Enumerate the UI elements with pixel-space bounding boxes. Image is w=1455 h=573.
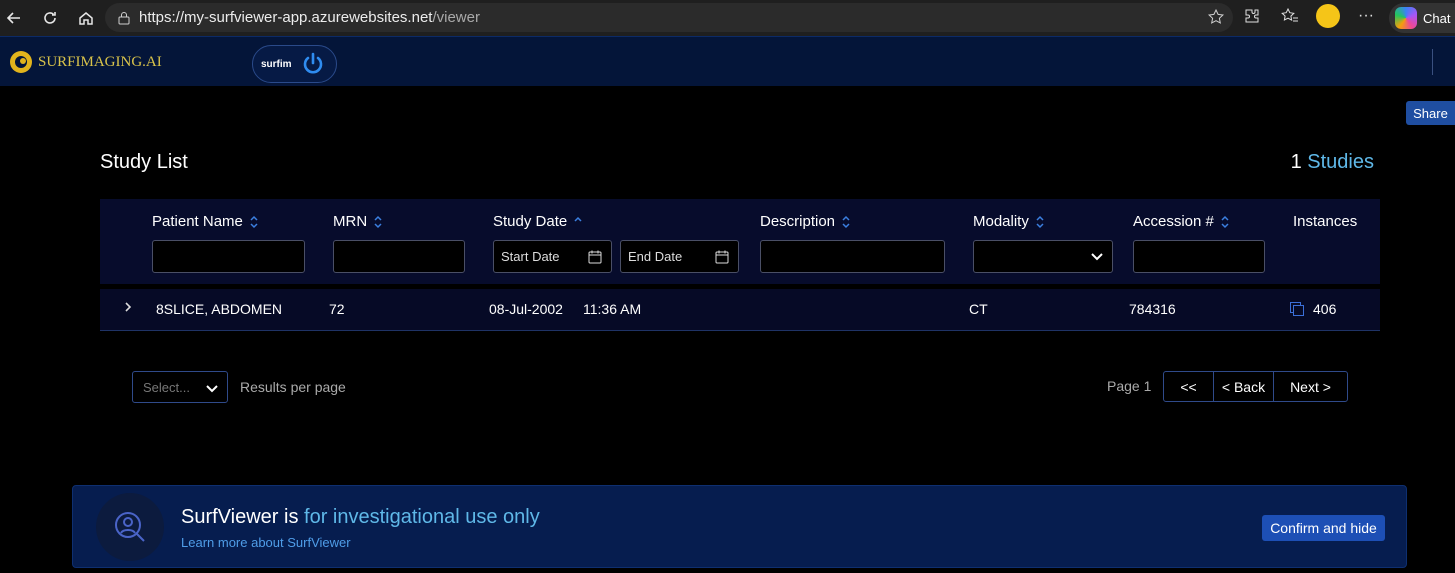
power-icon	[303, 52, 322, 74]
study-count-label: Studies	[1307, 151, 1374, 173]
browser-extensions: ···	[1240, 4, 1378, 28]
table-row[interactable]: 8SLICE, ABDOMEN 72 08-Jul-2002 11:36 AM …	[100, 289, 1380, 331]
mrn-filter-input[interactable]	[333, 240, 465, 273]
table-header: Patient Name MRN Study Date Description …	[100, 199, 1380, 284]
column-label: Instances	[1293, 213, 1358, 230]
refresh-icon[interactable]	[36, 4, 64, 32]
page-indicator: Page 1	[1107, 378, 1152, 394]
cell-accession: 784316	[1129, 301, 1176, 317]
cell-mrn: 72	[329, 301, 345, 317]
chevron-down-icon	[1091, 253, 1103, 261]
sort-icon	[1221, 215, 1229, 228]
chat-label: Chat	[1423, 10, 1451, 26]
sort-icon	[374, 215, 382, 228]
column-label: MRN	[333, 213, 368, 230]
sort-icon	[1036, 215, 1044, 228]
logo[interactable]: SURFIMAGING.AI	[8, 49, 162, 75]
sort-ascending-icon	[574, 216, 582, 222]
column-modality[interactable]: Modality	[973, 213, 1045, 230]
sort-icon	[842, 215, 850, 228]
url-path: /viewer	[432, 9, 480, 26]
app-header: SURFIMAGING.AI surfim	[0, 36, 1455, 86]
cell-patient-name: 8SLICE, ABDOMEN	[156, 301, 283, 317]
chevron-right-icon[interactable]	[122, 300, 134, 314]
column-instances: Instances	[1293, 213, 1357, 230]
banner-title: SurfViewer is for investigational use on…	[181, 506, 540, 529]
back-button[interactable]: < Back	[1214, 372, 1274, 401]
banner-icon-circle	[96, 493, 164, 561]
address-bar[interactable]: https://my-surfviewer-app.azurewebsites.…	[105, 3, 1233, 32]
favorite-star-icon[interactable]	[1207, 8, 1225, 30]
study-count-number: 1	[1290, 151, 1302, 173]
page-title: Study List	[100, 151, 188, 173]
surfim-power-button[interactable]: surfim	[252, 45, 337, 83]
calendar-icon[interactable]	[587, 249, 603, 265]
back-arrow-icon[interactable]	[0, 4, 28, 32]
column-mrn[interactable]: MRN	[333, 213, 383, 230]
header-divider	[1432, 49, 1433, 75]
banner-title-highlight: for investigational use only	[304, 506, 540, 528]
url-host: https://my-surfviewer-app.azurewebsites.…	[139, 9, 433, 26]
column-label: Accession #	[1133, 213, 1214, 230]
investigational-use-banner: SurfViewer is for investigational use on…	[72, 485, 1407, 568]
logo-text: SURFIMAGING.AI	[38, 53, 162, 70]
end-date-placeholder: End Date	[628, 249, 683, 264]
cell-modality: CT	[969, 301, 988, 317]
column-study-date[interactable]: Study Date	[493, 213, 583, 230]
accession-filter-input[interactable]	[1133, 240, 1265, 273]
study-count: 1 Studies	[1291, 151, 1374, 174]
extensions-icon[interactable]	[1240, 4, 1264, 28]
more-options-icon[interactable]: ···	[1354, 4, 1378, 28]
calendar-icon[interactable]	[714, 249, 730, 265]
column-label: Modality	[973, 213, 1029, 230]
user-search-icon	[115, 512, 145, 542]
results-per-page-label: Results per page	[240, 379, 346, 395]
learn-more-link[interactable]: Learn more about SurfViewer	[181, 535, 351, 550]
home-icon[interactable]	[72, 4, 100, 32]
end-date-input[interactable]: End Date	[620, 240, 739, 273]
lock-icon	[117, 11, 131, 25]
favorites-icon[interactable]	[1278, 4, 1302, 28]
per-page-placeholder: Select...	[143, 379, 190, 395]
browser-toolbar: https://my-surfviewer-app.azurewebsites.…	[0, 0, 1455, 36]
patient-name-filter-input[interactable]	[152, 240, 305, 273]
column-description[interactable]: Description	[760, 213, 851, 230]
results-per-page-select[interactable]: Select...	[132, 371, 228, 403]
description-filter-input[interactable]	[760, 240, 945, 273]
column-label: Patient Name	[152, 213, 243, 230]
copilot-chat-button[interactable]: Chat	[1389, 3, 1455, 33]
profile-avatar[interactable]	[1316, 4, 1340, 28]
confirm-and-hide-button[interactable]: Confirm and hide	[1262, 515, 1385, 541]
surfimaging-logo-icon	[10, 51, 32, 73]
column-accession[interactable]: Accession #	[1133, 213, 1230, 230]
copilot-icon	[1395, 7, 1417, 29]
column-patient-name[interactable]: Patient Name	[152, 213, 259, 230]
start-date-placeholder: Start Date	[501, 249, 560, 264]
next-button[interactable]: Next >	[1274, 372, 1347, 401]
surfim-label: surfim	[261, 58, 292, 70]
start-date-input[interactable]: Start Date	[493, 240, 612, 273]
instances-stack-icon	[1290, 302, 1304, 316]
cell-instances: 406	[1313, 301, 1337, 317]
cell-study-time: 11:36 AM	[583, 301, 642, 317]
modality-select[interactable]	[973, 240, 1113, 273]
sort-icon	[250, 215, 258, 228]
share-button[interactable]: Share	[1406, 101, 1455, 125]
column-label: Study Date	[493, 213, 568, 230]
cell-study-date: 08-Jul-2002	[489, 301, 563, 317]
first-page-button[interactable]: <<	[1164, 372, 1214, 401]
chevron-down-icon	[206, 385, 218, 393]
banner-title-prefix: SurfViewer is	[181, 506, 299, 528]
pager: << < Back Next >	[1163, 371, 1348, 402]
column-label: Description	[760, 213, 836, 230]
